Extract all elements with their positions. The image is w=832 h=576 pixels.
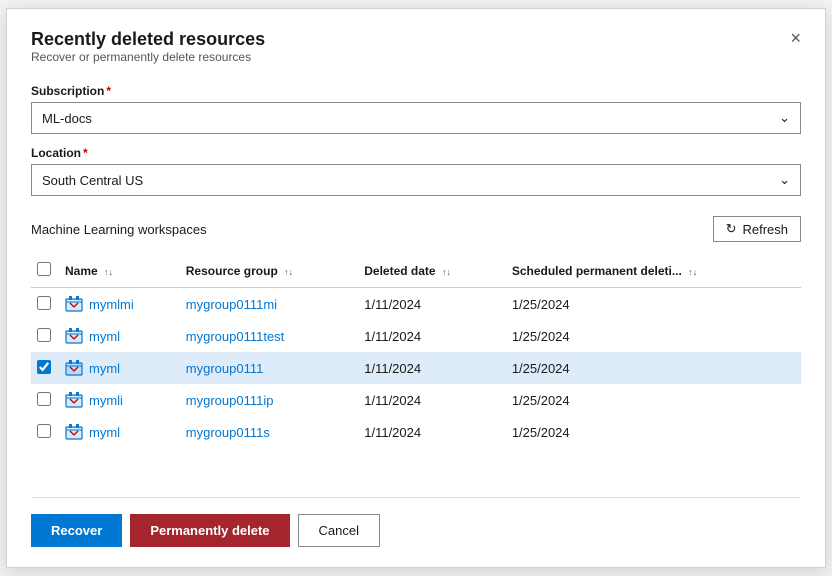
location-field: Location* South Central US ⌄ bbox=[31, 146, 801, 196]
row-scheduled-delete-cell: 1/25/2024 bbox=[506, 416, 801, 448]
row-resource-group-cell: mygroup0111s bbox=[180, 416, 358, 448]
rg-sort-icon[interactable]: ↑↓ bbox=[284, 267, 293, 277]
location-label: Location* bbox=[31, 146, 801, 160]
header-checkbox-cell bbox=[31, 254, 59, 288]
workspace-icon bbox=[65, 359, 83, 377]
refresh-icon: ↻ bbox=[726, 221, 737, 237]
row-resource-group-link[interactable]: mygroup0111 bbox=[186, 361, 264, 376]
row-name-link[interactable]: myml bbox=[89, 361, 120, 376]
row-name-cell: myml bbox=[59, 352, 180, 384]
col-header-scheduled-delete: Scheduled permanent deleti... ↑↓ bbox=[506, 254, 801, 288]
location-required-star: * bbox=[83, 146, 88, 160]
subscription-value: ML-docs bbox=[42, 111, 92, 126]
table-row: myml mygroup0111s 1/11/20241/25/2024 bbox=[31, 416, 801, 448]
row-resource-group-link[interactable]: mygroup0111test bbox=[186, 329, 285, 344]
row-name-link[interactable]: mymli bbox=[89, 393, 123, 408]
subscription-label: Subscription* bbox=[31, 84, 801, 98]
permanently-delete-button[interactable]: Permanently delete bbox=[130, 514, 289, 547]
row-resource-group-link[interactable]: mygroup0111s bbox=[186, 425, 270, 440]
recover-button[interactable]: Recover bbox=[31, 514, 122, 547]
workspace-icon bbox=[65, 295, 83, 313]
row-checkbox-cell bbox=[31, 320, 59, 352]
select-all-checkbox[interactable] bbox=[37, 262, 51, 276]
row-checkbox[interactable] bbox=[37, 424, 51, 438]
row-name-cell: mymlmi bbox=[59, 288, 180, 321]
table-header-row: Name ↑↓ Resource group ↑↓ Deleted date ↑… bbox=[31, 254, 801, 288]
row-scheduled-delete-cell: 1/25/2024 bbox=[506, 288, 801, 321]
row-name-cell: myml bbox=[59, 416, 180, 448]
table-row: mymli mygroup0111ip 1/11/20241/25/2024 bbox=[31, 384, 801, 416]
dialog-subtitle: Recover or permanently delete resources bbox=[31, 50, 265, 64]
workspace-icon bbox=[65, 391, 83, 409]
row-name-link[interactable]: myml bbox=[89, 329, 120, 344]
row-name-cell: myml bbox=[59, 320, 180, 352]
section-label: Machine Learning workspaces bbox=[31, 222, 207, 237]
row-checkbox[interactable] bbox=[37, 392, 51, 406]
location-select[interactable]: South Central US ⌄ bbox=[31, 164, 801, 196]
table-row: mymlmi mygroup0111mi 1/11/20241/25/2024 bbox=[31, 288, 801, 321]
recently-deleted-dialog: Recently deleted resources Recover or pe… bbox=[6, 8, 826, 568]
row-deleted-date-cell: 1/11/2024 bbox=[358, 416, 506, 448]
table-row: myml mygroup0111 1/11/20241/25/2024 bbox=[31, 352, 801, 384]
row-deleted-date-cell: 1/11/2024 bbox=[358, 384, 506, 416]
dialog-title-area: Recently deleted resources Recover or pe… bbox=[31, 29, 265, 80]
table-row: myml mygroup0111test 1/11/20241/25/2024 bbox=[31, 320, 801, 352]
close-button[interactable]: × bbox=[790, 29, 801, 47]
subscription-select[interactable]: ML-docs ⌄ bbox=[31, 102, 801, 134]
row-checkbox[interactable] bbox=[37, 296, 51, 310]
refresh-button[interactable]: ↻ Refresh bbox=[713, 216, 801, 242]
section-header-row: Machine Learning workspaces ↻ Refresh bbox=[31, 216, 801, 242]
row-resource-group-link[interactable]: mygroup0111ip bbox=[186, 393, 274, 408]
row-name-cell: mymli bbox=[59, 384, 180, 416]
subscription-field: Subscription* ML-docs ⌄ bbox=[31, 84, 801, 134]
cancel-button[interactable]: Cancel bbox=[298, 514, 380, 547]
row-resource-group-cell: mygroup0111mi bbox=[180, 288, 358, 321]
resources-table: Name ↑↓ Resource group ↑↓ Deleted date ↑… bbox=[31, 254, 801, 448]
location-value: South Central US bbox=[42, 173, 143, 188]
row-resource-group-cell: mygroup0111ip bbox=[180, 384, 358, 416]
row-scheduled-delete-cell: 1/25/2024 bbox=[506, 352, 801, 384]
footer: Recover Permanently delete Cancel bbox=[31, 497, 801, 547]
spd-sort-icon[interactable]: ↑↓ bbox=[688, 267, 697, 277]
row-resource-group-cell: mygroup0111 bbox=[180, 352, 358, 384]
col-header-name: Name ↑↓ bbox=[59, 254, 180, 288]
row-deleted-date-cell: 1/11/2024 bbox=[358, 320, 506, 352]
subscription-required-star: * bbox=[106, 84, 111, 98]
row-checkbox[interactable] bbox=[37, 328, 51, 342]
row-resource-group-link[interactable]: mygroup0111mi bbox=[186, 297, 277, 312]
row-checkbox-cell bbox=[31, 416, 59, 448]
workspace-icon bbox=[65, 327, 83, 345]
dialog-title: Recently deleted resources bbox=[31, 29, 265, 50]
row-scheduled-delete-cell: 1/25/2024 bbox=[506, 384, 801, 416]
dd-sort-icon[interactable]: ↑↓ bbox=[442, 267, 451, 277]
row-resource-group-cell: mygroup0111test bbox=[180, 320, 358, 352]
row-deleted-date-cell: 1/11/2024 bbox=[358, 288, 506, 321]
row-scheduled-delete-cell: 1/25/2024 bbox=[506, 320, 801, 352]
row-checkbox[interactable] bbox=[37, 360, 51, 374]
row-checkbox-cell bbox=[31, 352, 59, 384]
workspace-icon bbox=[65, 423, 83, 441]
row-checkbox-cell bbox=[31, 384, 59, 416]
row-checkbox-cell bbox=[31, 288, 59, 321]
col-header-deleted-date: Deleted date ↑↓ bbox=[358, 254, 506, 288]
refresh-label: Refresh bbox=[742, 222, 788, 237]
table-container: Name ↑↓ Resource group ↑↓ Deleted date ↑… bbox=[31, 254, 801, 485]
row-name-link[interactable]: mymlmi bbox=[89, 297, 134, 312]
row-name-link[interactable]: myml bbox=[89, 425, 120, 440]
col-header-resource-group: Resource group ↑↓ bbox=[180, 254, 358, 288]
dialog-header: Recently deleted resources Recover or pe… bbox=[31, 29, 801, 80]
subscription-chevron-icon: ⌄ bbox=[779, 110, 790, 126]
name-sort-icon[interactable]: ↑↓ bbox=[104, 267, 113, 277]
location-chevron-icon: ⌄ bbox=[779, 172, 790, 188]
row-deleted-date-cell: 1/11/2024 bbox=[358, 352, 506, 384]
